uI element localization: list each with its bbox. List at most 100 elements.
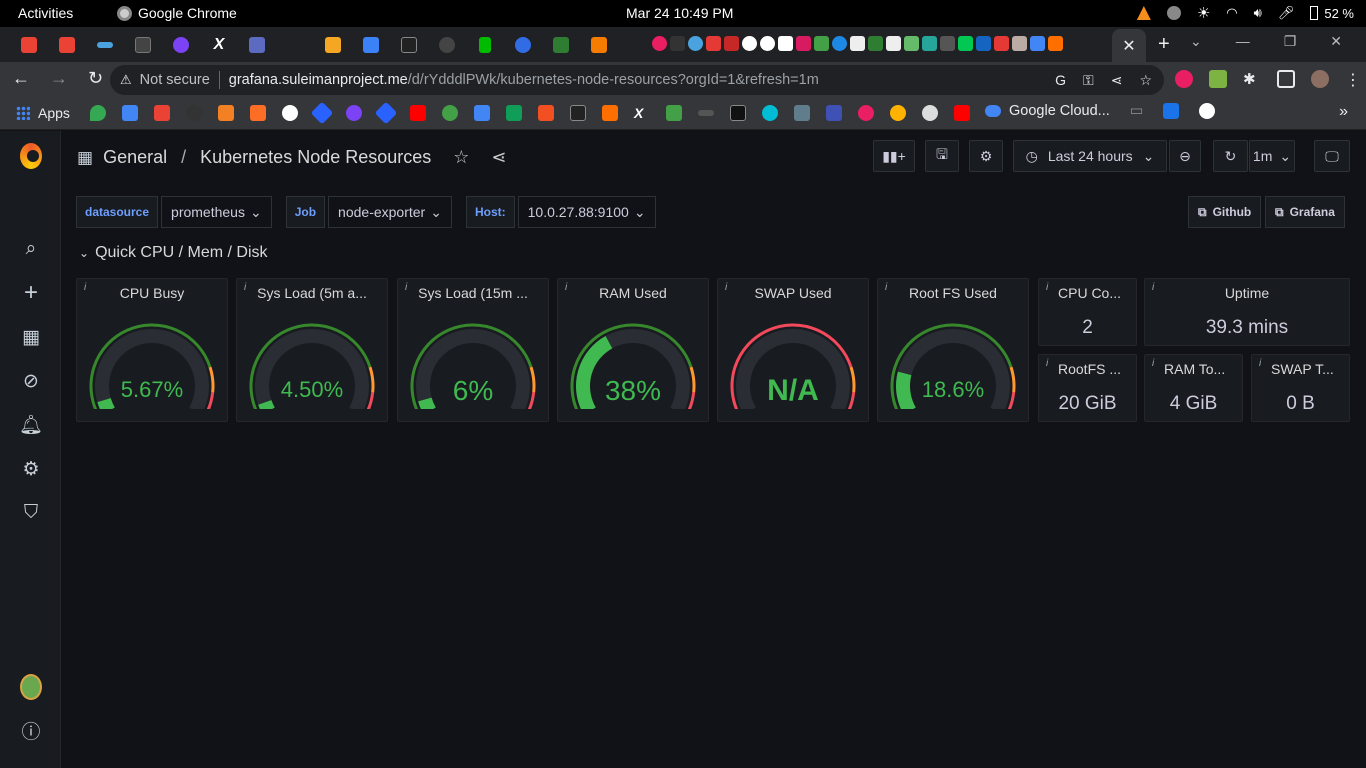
save-dashboard-button[interactable]: 🖫 <box>925 140 959 172</box>
tab-favicon-icon[interactable] <box>940 36 955 51</box>
download-extension-icon[interactable] <box>1209 70 1227 88</box>
youtube-icon[interactable] <box>954 105 970 121</box>
tab-9[interactable] <box>314 34 352 56</box>
minimize-icon[interactable]: — <box>1236 33 1250 50</box>
tab-favicon-icon[interactable] <box>706 36 721 51</box>
x-icon[interactable]: X <box>634 105 650 121</box>
tab-15[interactable] <box>542 34 580 56</box>
tab-5[interactable] <box>162 34 200 56</box>
panel-swap-used[interactable]: i SWAP Used N/A <box>717 278 869 422</box>
bookmark-star-icon[interactable]: ☆ <box>1139 72 1152 89</box>
panel-title[interactable]: SWAP T... <box>1252 361 1349 377</box>
configuration-gear-icon[interactable]: ⚙ <box>20 458 42 480</box>
tab-favicon-icon[interactable] <box>1012 36 1027 51</box>
panel-ram-total[interactable]: i RAM To... 4 GiB <box>1144 354 1243 422</box>
bookmark-icon[interactable] <box>730 105 746 121</box>
panel-title[interactable]: CPU Co... <box>1039 285 1136 301</box>
active-tab-close-icon[interactable]: ✕ <box>1112 29 1146 62</box>
activities-button[interactable]: Activities <box>18 5 73 21</box>
tab-favicon-icon[interactable] <box>688 36 703 51</box>
variable-select-host[interactable]: 10.0.27.88:9100 ⌄ <box>517 196 656 228</box>
bookmark-icon[interactable] <box>666 105 682 121</box>
help-icon[interactable]: ⓘ <box>20 719 42 743</box>
panel-title[interactable]: RAM To... <box>1145 361 1242 377</box>
translate-icon[interactable] <box>122 105 138 121</box>
tab-favicon-icon[interactable] <box>994 36 1009 51</box>
refresh-button[interactable]: ↻ <box>1213 140 1248 172</box>
create-plus-icon[interactable]: + <box>20 279 42 306</box>
tab-favicon-icon[interactable] <box>1030 36 1045 51</box>
volume-icon[interactable]: 🔊︎ <box>1254 5 1262 21</box>
refresh-interval-picker[interactable]: 1m ⌄ <box>1249 140 1295 172</box>
slack-icon[interactable] <box>1166 6 1181 20</box>
bookmark-icon[interactable] <box>310 101 334 125</box>
panel-title[interactable]: Sys Load (15m ... <box>398 285 548 301</box>
bookmark-icon[interactable] <box>858 105 874 121</box>
tab-favicon-icon[interactable] <box>922 36 937 51</box>
system-tray[interactable]: ☀ ◠ 🔊︎ 🎤︎ 52 % <box>1136 4 1354 22</box>
new-tab-icon[interactable]: + <box>1158 33 1170 56</box>
panel-title[interactable]: RAM Used <box>558 285 708 301</box>
panel-title[interactable]: Sys Load (5m a... <box>237 285 387 301</box>
server-admin-shield-icon[interactable]: ⛉ <box>20 502 42 524</box>
maximize-icon[interactable]: ❐ <box>1284 33 1297 50</box>
zoom-out-button[interactable]: ⊖ <box>1169 140 1201 172</box>
menu-kebab-icon[interactable]: ⋮ <box>1345 70 1363 89</box>
tab-13[interactable] <box>466 34 504 56</box>
github-icon[interactable] <box>186 105 202 121</box>
variable-select-datasource[interactable]: prometheus ⌄ <box>161 196 272 228</box>
add-panel-button[interactable]: ▮▮+ <box>873 140 915 172</box>
grafana-link-button[interactable]: ⧉ Grafana <box>1265 196 1345 228</box>
maps-icon[interactable] <box>90 105 106 121</box>
bookmark-icon[interactable] <box>442 105 458 121</box>
tab-favicon-icon[interactable] <box>670 36 685 51</box>
time-picker-button[interactable]: ◷ Last 24 hours ⌄ <box>1013 140 1167 172</box>
vlc-icon[interactable] <box>1136 6 1151 20</box>
tab-favicon-icon[interactable] <box>958 36 973 51</box>
tab-favicon-icon[interactable] <box>724 36 739 51</box>
battery-indicator[interactable]: 52 % <box>1310 6 1354 21</box>
tab-12[interactable] <box>428 34 466 56</box>
tab-favicon-icon[interactable] <box>778 36 793 51</box>
tab-favicon-icon[interactable] <box>904 36 919 51</box>
user-avatar[interactable] <box>20 674 42 700</box>
brightness-icon[interactable]: ☀ <box>1197 4 1210 22</box>
bookmark-icon[interactable] <box>602 105 618 121</box>
udemy-icon[interactable] <box>346 105 362 121</box>
panel-title[interactable]: CPU Busy <box>77 285 227 301</box>
reload-icon[interactable]: ↻ <box>88 68 103 89</box>
tab-11[interactable] <box>390 34 428 56</box>
tab-favicon-icon[interactable] <box>742 36 757 51</box>
panel-cpu-busy[interactable]: i CPU Busy 5.67% <box>76 278 228 422</box>
bookmark-icon[interactable] <box>282 105 298 121</box>
extensions-puzzle-icon[interactable]: ✱ <box>1243 70 1261 88</box>
tab-gmail-2[interactable] <box>48 34 86 56</box>
gmail-icon[interactable] <box>154 105 170 121</box>
panel-ram-used[interactable]: i RAM Used 38% <box>557 278 709 422</box>
bookmark-icon[interactable] <box>698 110 714 116</box>
explore-compass-icon[interactable]: ⊘ <box>20 370 42 392</box>
breadcrumb-folder[interactable]: General <box>103 147 167 168</box>
panel-cpu-cores[interactable]: i CPU Co... 2 <box>1038 278 1137 346</box>
panel-title[interactable]: RootFS ... <box>1039 361 1136 377</box>
microphone-icon[interactable]: 🎤︎ <box>1278 5 1295 21</box>
not-secure-label[interactable]: Not secure <box>140 72 210 88</box>
tab-favicon-icon[interactable] <box>832 36 847 51</box>
app-menu[interactable]: Google Chrome <box>117 5 237 21</box>
panel-title[interactable]: SWAP Used <box>718 285 868 301</box>
tab-favicon-icon[interactable] <box>796 36 811 51</box>
bookmark-icon[interactable] <box>826 105 842 121</box>
tab-14[interactable] <box>504 34 542 56</box>
search-icon[interactable]: ⌕ <box>20 238 42 260</box>
bookmark-icon[interactable] <box>1199 103 1216 119</box>
bookmark-icon[interactable] <box>374 101 398 125</box>
bookmark-apps[interactable]: Apps <box>16 105 70 121</box>
tab-6[interactable]: X <box>200 34 238 56</box>
bookmark-google-cloud[interactable]: Google Cloud... ▭ <box>985 103 1216 119</box>
tab-favicon-icon[interactable] <box>760 36 775 51</box>
tab-8[interactable] <box>276 34 314 56</box>
panel-rootfs-total[interactable]: i RootFS ... 20 GiB <box>1038 354 1137 422</box>
panel-root-fs-used[interactable]: i Root FS Used 18.6% <box>877 278 1029 422</box>
wifi-icon[interactable]: ◠ <box>1226 5 1237 21</box>
tab-search-icon[interactable]: ⌄ <box>1190 33 1202 50</box>
